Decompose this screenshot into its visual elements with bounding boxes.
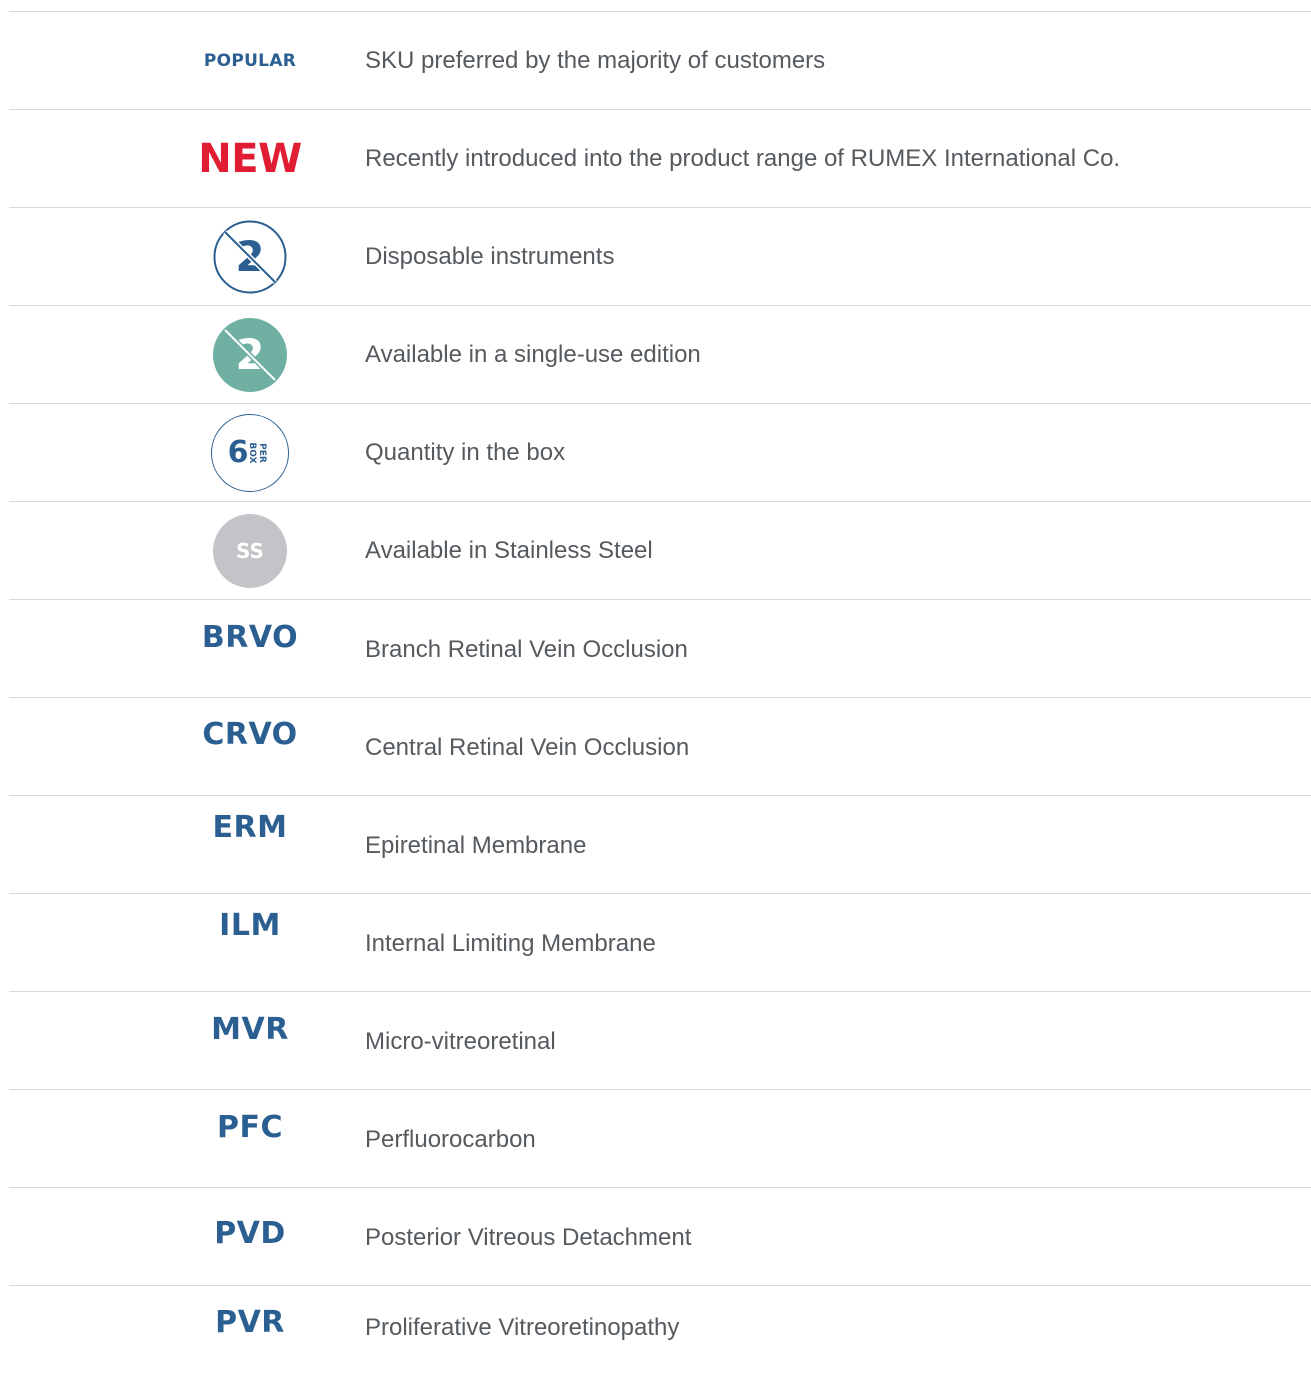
legend-row-mvr: MVR Micro-vitreoretinal: [9, 992, 1311, 1090]
legend-description: Proliferative Vitreoretinopathy: [365, 1314, 680, 1341]
legend-row-disposable: 2 Disposable instruments: [9, 208, 1311, 306]
new-badge: NEW: [198, 135, 302, 182]
legend-description: Branch Retinal Vein Occlusion: [365, 636, 688, 663]
legend-row-pvd: PVD Posterior Vitreous Detachment: [9, 1188, 1311, 1286]
abbreviations-legend: POPULAR SKU preferred by the majority of…: [9, 11, 1311, 1383]
legend-description: Available in Stainless Steel: [365, 536, 653, 564]
per-box-unit: PER BOX: [247, 441, 268, 464]
legend-row-pvr: PVR Proliferative Vitreoretinopathy: [9, 1286, 1311, 1383]
legend-row-single-use: 2 Available in a single-use edition: [9, 306, 1311, 404]
abbreviation-tag: PVR: [215, 1305, 285, 1340]
legend-description: Available in a single-use edition: [365, 340, 701, 368]
popular-badge: POPULAR: [203, 50, 297, 71]
legend-row-ilm: ILM Internal Limiting Membrane: [9, 894, 1311, 992]
disposable-2-outline-icon: 2: [213, 220, 287, 294]
per-box-quantity: 6: [227, 435, 249, 470]
legend-description: Epiretinal Membrane: [365, 832, 587, 859]
legend-row-crvo: CRVO Central Retinal Vein Occlusion: [9, 698, 1311, 796]
abbreviation-tag: BRVO: [201, 620, 299, 655]
legend-description: Disposable instruments: [365, 242, 615, 270]
legend-row-new: NEW Recently introduced into the product…: [9, 110, 1311, 208]
single-use-2-filled-icon: 2: [213, 317, 287, 392]
abbreviation-tag: PFC: [217, 1110, 283, 1145]
abbreviation-tag: MVR: [211, 1012, 289, 1047]
stainless-steel-icon: SS: [213, 513, 287, 588]
per-box-icon: 6 PER BOX: [211, 413, 289, 492]
abbreviation-tag: PVD: [214, 1216, 286, 1251]
legend-description: SKU preferred by the majority of custome…: [365, 46, 826, 74]
legend-description: Posterior Vitreous Detachment: [365, 1224, 692, 1251]
abbreviation-tag: ERM: [212, 810, 288, 845]
legend-description: Quantity in the box: [365, 438, 566, 466]
abbreviation-tag: CRVO: [202, 717, 298, 752]
legend-row-brvo: BRVO Branch Retinal Vein Occlusion: [9, 600, 1311, 698]
legend-row-pfc: PFC Perfluorocarbon: [9, 1090, 1311, 1188]
legend-description: Micro-vitreoretinal: [365, 1028, 556, 1055]
legend-row-per-box: 6 PER BOX Quantity in the box: [9, 404, 1311, 502]
legend-description: Perfluorocarbon: [365, 1126, 536, 1153]
abbreviation-tag: ILM: [219, 908, 281, 943]
legend-row-stainless: SS Available in Stainless Steel: [9, 502, 1311, 600]
legend-description: Internal Limiting Membrane: [365, 930, 656, 957]
legend-description: Recently introduced into the product ran…: [365, 144, 1121, 172]
legend-row-erm: ERM Epiretinal Membrane: [9, 796, 1311, 894]
legend-row-popular: POPULAR SKU preferred by the majority of…: [9, 12, 1311, 110]
legend-description: Central Retinal Vein Occlusion: [365, 734, 690, 761]
